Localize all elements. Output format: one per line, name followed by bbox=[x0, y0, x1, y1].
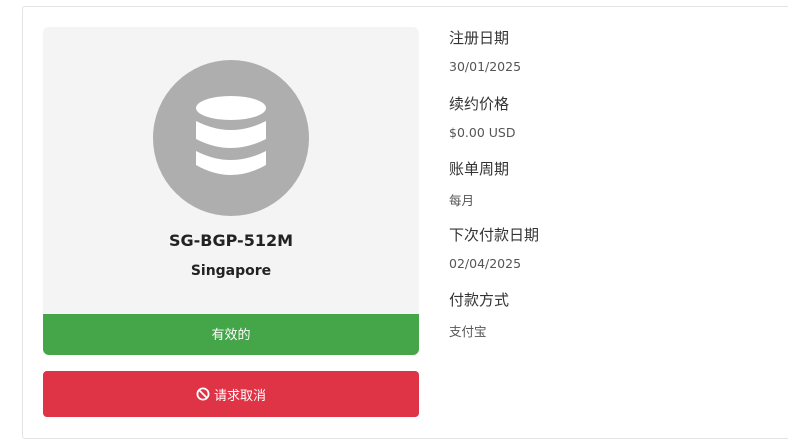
product-name: SG-BGP-512M bbox=[168, 231, 294, 250]
renewal-price-label: 续约价格 bbox=[449, 95, 510, 113]
next-due-date-value: 02/04/2025 bbox=[449, 256, 522, 271]
payment-method-label: 付款方式 bbox=[449, 291, 510, 309]
product-icon-circle bbox=[153, 60, 309, 216]
product-summary-panel: SG-BGP-512M Singapore bbox=[43, 27, 419, 319]
billing-cycle-section: 账单周期 每月 bbox=[449, 158, 769, 209]
renewal-price-value: $0.00 USD bbox=[449, 125, 516, 140]
renewal-price-section: 续约价格 $0.00 USD bbox=[449, 93, 769, 140]
product-location: Singapore bbox=[190, 263, 272, 279]
registration-date-label: 注册日期 bbox=[449, 29, 510, 47]
billing-cycle-label: 账单周期 bbox=[449, 160, 510, 178]
database-icon bbox=[196, 96, 266, 175]
billing-cycle-value: 每月 bbox=[449, 193, 475, 208]
status-badge: 有效的 bbox=[43, 314, 419, 355]
registration-date-value: 30/01/2025 bbox=[449, 59, 522, 74]
ban-icon bbox=[196, 387, 210, 401]
payment-method-section: 付款方式 支付宝 bbox=[449, 289, 769, 340]
request-cancellation-label: 请求取消 bbox=[213, 388, 266, 404]
request-cancellation-button[interactable]: 请求取消 bbox=[43, 371, 419, 417]
registration-date-section: 注册日期 30/01/2025 bbox=[449, 27, 769, 74]
payment-method-value: 支付宝 bbox=[449, 324, 487, 339]
next-due-date-label: 下次付款日期 bbox=[449, 226, 540, 244]
next-due-date-section: 下次付款日期 02/04/2025 bbox=[449, 224, 769, 271]
